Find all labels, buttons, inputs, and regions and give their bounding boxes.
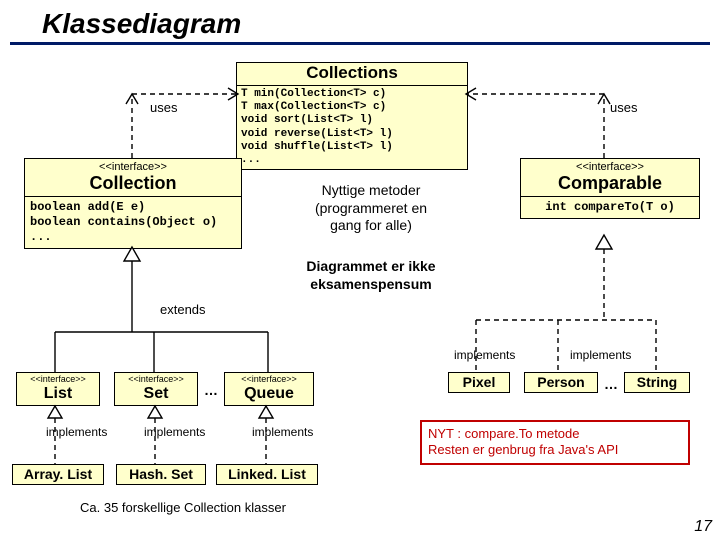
class-hashset: Hash. Set	[116, 464, 206, 485]
comparable-members: int compareTo(T o)	[521, 197, 699, 218]
class-pixel: Pixel	[448, 372, 510, 393]
collections-name: Collections	[237, 63, 467, 85]
collection-members: boolean add(E e) boolean contains(Object…	[25, 197, 241, 248]
ellipsis-2: …	[604, 376, 618, 392]
collection-name: Collection	[25, 173, 241, 196]
class-string: String	[624, 372, 690, 393]
label-impl-pixel: implements	[454, 348, 515, 362]
label-impl-arraylist: implements	[46, 425, 107, 439]
label-extends: extends	[160, 302, 206, 317]
label-impl-hashset: implements	[144, 425, 205, 439]
class-list: <<interface>> List	[16, 372, 100, 406]
class-linkedlist: Linked. List	[216, 464, 318, 485]
page-title: Klassediagram	[10, 0, 710, 45]
class-comparable: <<interface>> Comparable int compareTo(T…	[520, 158, 700, 219]
list-name: List	[17, 384, 99, 405]
note-nyttige: Nyttige metoder (programmeret en gang fo…	[296, 182, 446, 235]
linkedlist-name: Linked. List	[217, 465, 317, 484]
note-diagram: Diagrammet er ikke eksamenspensum	[276, 258, 466, 293]
class-person: Person	[524, 372, 598, 393]
pixel-name: Pixel	[449, 373, 509, 392]
page-number: 17	[694, 518, 712, 536]
hashset-name: Hash. Set	[117, 465, 205, 484]
class-arraylist: Array. List	[12, 464, 104, 485]
class-set: <<interface>> Set	[114, 372, 198, 406]
label-uses-right: uses	[610, 100, 637, 115]
arraylist-name: Array. List	[13, 465, 103, 484]
label-uses-left: uses	[150, 100, 177, 115]
collection-stereo: <<interface>>	[25, 159, 241, 173]
footer-text: Ca. 35 forskellige Collection klasser	[80, 500, 286, 515]
label-impl-person: implements	[570, 348, 631, 362]
class-queue: <<interface>> Queue	[224, 372, 314, 406]
set-name: Set	[115, 384, 197, 405]
person-name: Person	[525, 373, 597, 392]
label-impl-linkedlist: implements	[252, 425, 313, 439]
queue-stereo: <<interface>>	[225, 373, 313, 384]
collections-methods: T min(Collection<T> c) T max(Collection<…	[237, 86, 467, 169]
ellipsis-1: …	[204, 382, 218, 398]
comparable-stereo: <<interface>>	[521, 159, 699, 173]
set-stereo: <<interface>>	[115, 373, 197, 384]
queue-name: Queue	[225, 384, 313, 405]
class-collections: Collections T min(Collection<T> c) T max…	[236, 62, 468, 170]
class-collection: <<interface>> Collection boolean add(E e…	[24, 158, 242, 249]
string-name: String	[625, 373, 689, 392]
note-nyt: NYT : compare.To metode Resten er genbru…	[420, 420, 690, 465]
comparable-name: Comparable	[521, 173, 699, 196]
list-stereo: <<interface>>	[17, 373, 99, 384]
